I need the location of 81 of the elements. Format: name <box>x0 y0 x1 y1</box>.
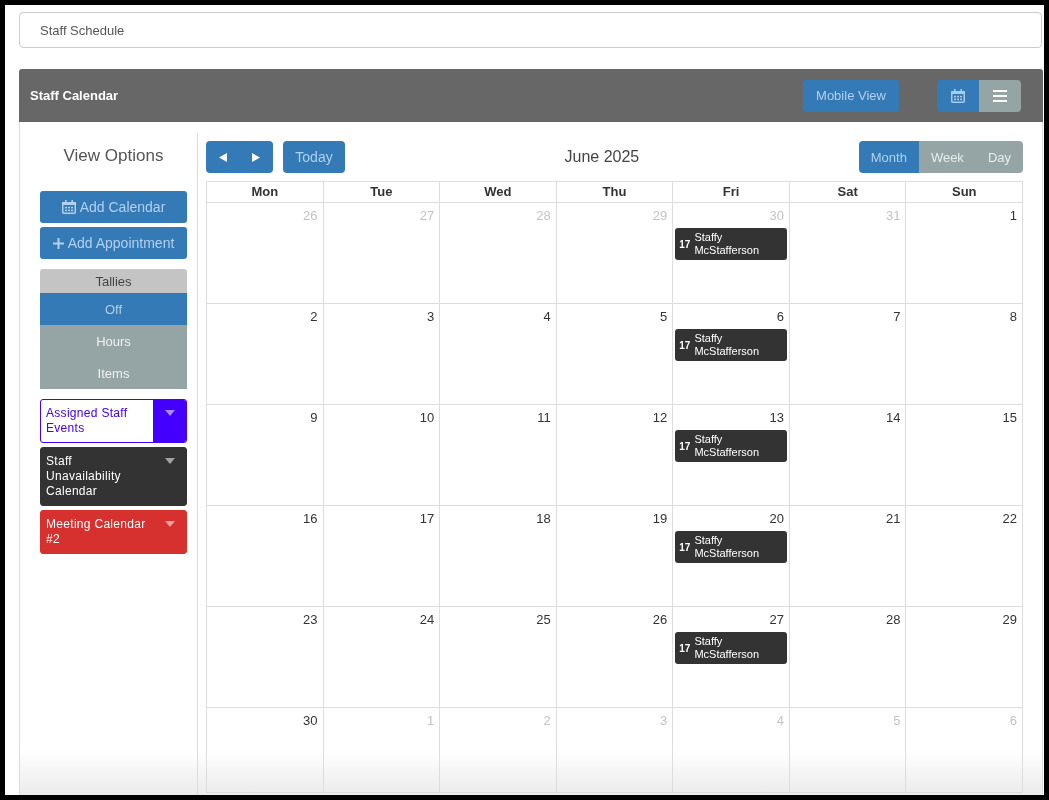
dropdown-toggle[interactable] <box>153 400 186 442</box>
weekday-header: Sat <box>788 182 906 202</box>
previous-button[interactable] <box>206 141 240 173</box>
day-number: 28 <box>886 611 902 628</box>
day-number: 30 <box>303 712 319 729</box>
day-number: 6 <box>1009 712 1019 729</box>
calendar-title: June 2025 <box>564 148 640 166</box>
day-number: 28 <box>536 207 552 224</box>
day-number: 23 <box>303 611 319 628</box>
view-tab[interactable]: Week <box>918 141 976 173</box>
day-number: 24 <box>419 611 436 628</box>
view-tab[interactable]: Day <box>975 141 1023 173</box>
day-number: 15 <box>1002 409 1019 426</box>
day-number: 5 <box>893 712 902 729</box>
tally-option[interactable]: Items <box>40 357 187 389</box>
day-number: 14 <box>886 409 902 426</box>
plus-icon <box>52 237 64 249</box>
day-number: 4 <box>776 712 785 729</box>
menu-icon <box>993 89 1007 102</box>
day-number: 27 <box>769 611 785 628</box>
tally-option[interactable]: Hours <box>40 325 187 357</box>
day-number: 6 <box>776 308 785 325</box>
page-title-bar: Staff Schedule <box>19 12 1042 48</box>
day-number: 11 <box>537 409 552 426</box>
add-appointment-button[interactable]: Add Appointment <box>40 227 187 259</box>
day-number: 19 <box>652 510 669 527</box>
calendar-view-button[interactable] <box>937 79 979 112</box>
day-number: 31 <box>886 207 902 224</box>
mobile-view-button[interactable]: Mobile View <box>803 79 899 112</box>
day-number: 7 <box>893 308 902 325</box>
left-triangle-icon <box>218 152 227 162</box>
day-number: 9 <box>310 409 319 426</box>
caret-icon <box>164 458 175 464</box>
weekday-header: Mon <box>250 183 280 201</box>
list-view-button[interactable] <box>979 79 1021 112</box>
weekday-header: Thu <box>555 182 673 202</box>
day-number: 25 <box>536 611 552 628</box>
weekday-header: Fri <box>672 182 789 202</box>
day-number: 29 <box>652 207 669 224</box>
day-number: 16 <box>303 510 319 527</box>
sidebar-heading: View Options <box>62 146 165 166</box>
caret-icon <box>164 521 175 527</box>
weekday-header: Wed <box>439 182 556 202</box>
day-number: 30 <box>769 207 785 224</box>
weekday-header: Sun <box>905 182 1023 202</box>
day-number: 18 <box>536 510 552 527</box>
tally-option[interactable]: Off <box>40 293 187 325</box>
day-number: 12 <box>652 409 669 426</box>
day-number: 17 <box>419 510 436 527</box>
day-number: 21 <box>886 510 902 527</box>
right-triangle-icon <box>252 152 261 162</box>
day-number: 20 <box>769 510 785 527</box>
day-number: 29 <box>1002 611 1019 628</box>
day-number: 3 <box>660 712 669 729</box>
calendar-item[interactable]: Staff Unavailability Calendar <box>40 447 187 506</box>
day-number: 2 <box>543 712 552 729</box>
calendar-icon <box>951 88 965 103</box>
weekday-header: Tue <box>322 182 440 202</box>
day-number: 3 <box>426 308 436 325</box>
day-number: 27 <box>419 207 436 224</box>
calendar-item[interactable]: Meeting Calendar #2 <box>40 510 187 554</box>
panel-title: Staff Calendar <box>30 88 119 103</box>
day-number: 8 <box>1009 308 1019 325</box>
day-number: 10 <box>419 409 436 426</box>
day-number: 13 <box>769 409 785 426</box>
day-number: 5 <box>660 308 669 325</box>
day-number: 1 <box>426 712 436 729</box>
day-number: 1 <box>1009 207 1019 224</box>
view-tab[interactable]: Month <box>858 141 919 173</box>
calendar-icon <box>61 200 76 214</box>
day-number: 26 <box>652 611 669 628</box>
caret-icon <box>164 410 175 416</box>
today-button[interactable]: Today <box>283 141 345 173</box>
add-calendar-button[interactable]: Add Calendar <box>40 191 187 223</box>
day-number: 26 <box>303 207 319 224</box>
tallies-header: Tallies <box>40 269 187 293</box>
day-number: 4 <box>543 308 552 325</box>
calendar-item[interactable]: Assigned Staff Events <box>40 399 187 443</box>
day-number: 22 <box>1002 510 1019 527</box>
next-button[interactable] <box>239 141 273 173</box>
day-number: 2 <box>310 308 319 325</box>
